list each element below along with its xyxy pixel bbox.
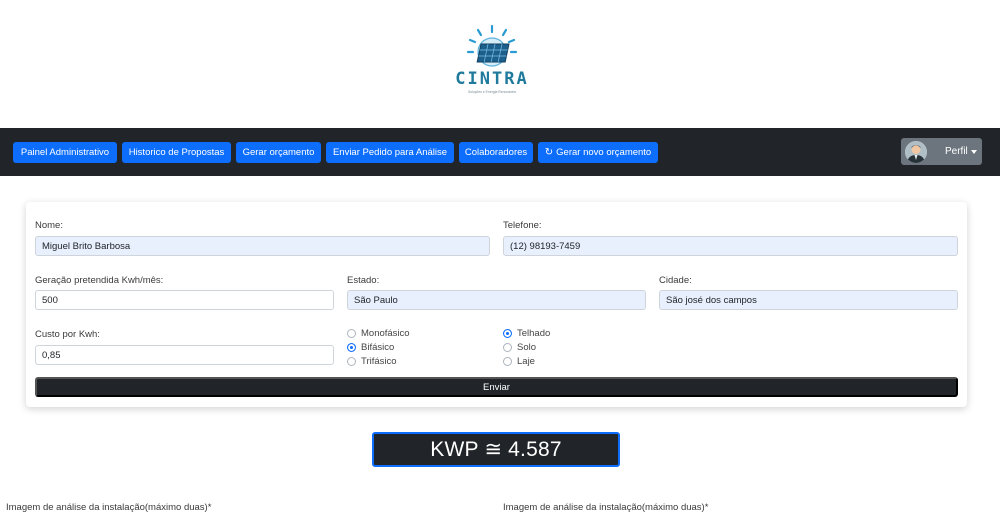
cidade-label: Cidade:: [659, 275, 692, 286]
nav-colaboradores-button[interactable]: Colaboradores: [459, 142, 533, 163]
profile-label: Perfil: [945, 146, 968, 157]
brand-tagline: Soluções e Energia Renováveis: [468, 90, 516, 94]
geracao-label: Geração pretendida Kwh/mês:: [35, 275, 164, 286]
telefone-label: Telefone:: [503, 220, 542, 231]
radio-label: Trifásico: [361, 356, 397, 367]
kwp-result-display: KWP ≅ 4.587: [372, 432, 620, 467]
nav-gerar-novo-orcamento-button[interactable]: ↻ Gerar novo orçamento: [538, 142, 658, 163]
nav-gerar-orcamento-button[interactable]: Gerar orçamento: [236, 142, 321, 163]
user-avatar-icon: [905, 140, 927, 163]
nav-label: Painel Administrativo: [20, 147, 110, 158]
radio-label: Monofásico: [361, 328, 410, 339]
profile-dropdown-button[interactable]: Perfil: [901, 138, 982, 165]
nav-label: Gerar novo orçamento: [556, 147, 652, 158]
radio-circle[interactable]: [503, 329, 512, 338]
header-logo-area: CINTRA Soluções e Energia Renováveis: [0, 0, 1000, 128]
refresh-icon: ↻: [544, 147, 554, 158]
upload-label-right: Imagem de análise da instalação(máximo d…: [503, 502, 709, 513]
enviar-label: Enviar: [483, 381, 510, 393]
radio-label: Bifásico: [361, 342, 395, 353]
telefone-input[interactable]: (12) 98193-7459: [503, 236, 958, 256]
radio-label: Laje: [517, 356, 535, 367]
custo-label: Custo por Kwh:: [35, 329, 100, 340]
kwp-result-text: KWP ≅ 4.587: [430, 438, 562, 461]
radio-circle[interactable]: [347, 343, 356, 352]
estado-input[interactable]: São Paulo: [347, 290, 646, 310]
radio-circle[interactable]: [347, 357, 356, 366]
nav-label: Gerar orçamento: [242, 147, 315, 158]
cidade-input[interactable]: São josé dos campos: [659, 290, 958, 310]
radio-laje[interactable]: Laje: [503, 356, 535, 367]
nome-label: Nome:: [35, 220, 63, 231]
avatar: [905, 140, 927, 163]
radio-circle[interactable]: [503, 343, 512, 352]
radio-solo[interactable]: Solo: [503, 342, 536, 353]
radio-monofasico[interactable]: Monofásico: [347, 328, 410, 339]
nav-painel-administrativo-button[interactable]: Painel Administrativo: [13, 142, 117, 163]
radio-telhado[interactable]: Telhado: [503, 328, 550, 339]
nav-historico-propostas-button[interactable]: Historico de Propostas: [122, 142, 231, 163]
upload-label-left: Imagem de análise da instalação(máximo d…: [6, 502, 212, 513]
radio-label: Telhado: [517, 328, 551, 339]
nav-label: Enviar Pedido para Análise: [332, 147, 448, 158]
nome-input[interactable]: Miguel Brito Barbosa: [35, 236, 490, 256]
cintra-logo: CINTRA Soluções e Energia Renováveis: [455, 24, 528, 94]
estado-label: Estado:: [347, 275, 380, 286]
radio-bifasico[interactable]: Bifásico: [347, 342, 394, 353]
radio-circle[interactable]: [347, 329, 356, 338]
caret-down-icon: [970, 149, 977, 154]
radio-circle[interactable]: [503, 357, 512, 366]
brand-name: CINTRA: [455, 69, 528, 89]
nav-label: Historico de Propostas: [128, 147, 225, 158]
nav-enviar-pedido-button[interactable]: Enviar Pedido para Análise: [326, 142, 454, 163]
radio-label: Solo: [517, 342, 537, 353]
radio-trifasico[interactable]: Trifásico: [347, 356, 397, 367]
geracao-input[interactable]: 500: [35, 290, 334, 310]
nav-label: Colaboradores: [464, 147, 528, 158]
enviar-button[interactable]: Enviar: [35, 377, 958, 397]
custo-input[interactable]: 0,85: [35, 345, 334, 365]
